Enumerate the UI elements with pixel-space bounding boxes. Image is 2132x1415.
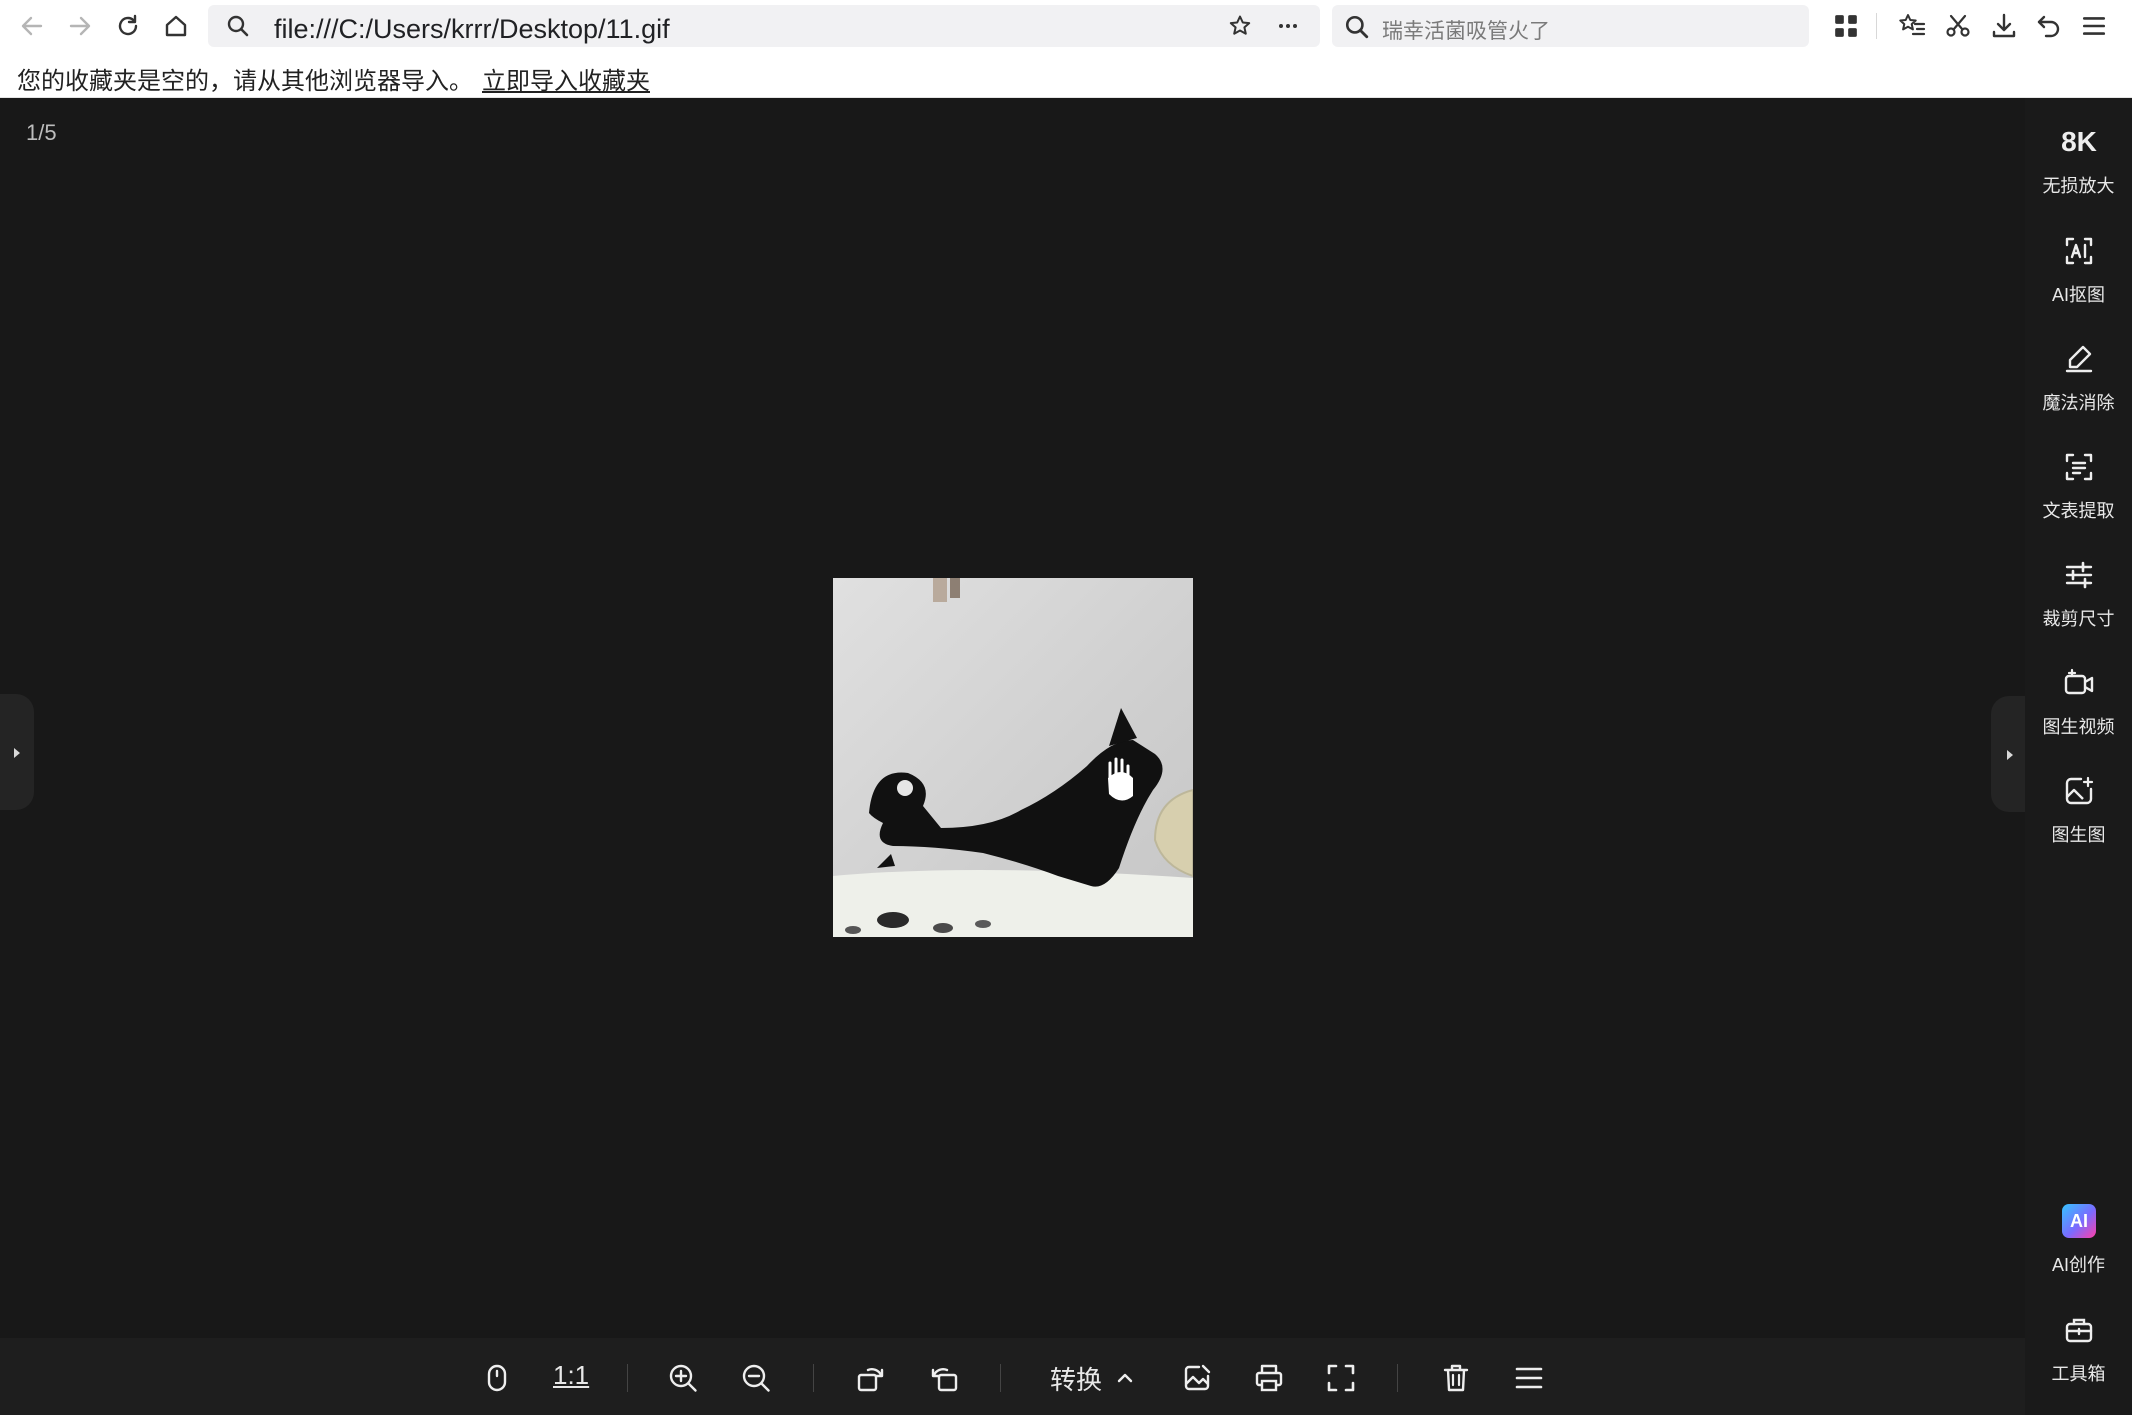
search-icon: [1345, 15, 1369, 39]
image-to-image-button[interactable]: 图生图: [2025, 773, 2132, 865]
edit-image-button[interactable]: [1177, 1358, 1217, 1398]
import-bookmarks-link[interactable]: 立即导入收藏夹: [482, 61, 650, 96]
toolbox-button[interactable]: 工具箱: [2025, 1312, 2132, 1404]
reload-icon: [118, 14, 138, 36]
dog-image: [833, 578, 1193, 937]
delete-button[interactable]: [1436, 1358, 1476, 1398]
search-placeholder: 瑞幸活菌吸管火了: [1382, 20, 1550, 43]
tool-label: 文表提取: [2042, 501, 2115, 521]
actual-size-button[interactable]: 1:1: [553, 1360, 589, 1391]
print-button[interactable]: [1249, 1358, 1289, 1398]
image-viewer: 1/5: [0, 98, 2025, 1338]
toolbar-divider: [813, 1364, 814, 1392]
reload-button[interactable]: [110, 8, 146, 44]
crop-resize-button[interactable]: 裁剪尺寸: [2025, 557, 2132, 649]
convert-button[interactable]: 转换: [1050, 1360, 1102, 1397]
toolbar-divider: [1876, 13, 1877, 39]
apps-button[interactable]: [1831, 11, 1861, 41]
ai-cutout-button[interactable]: AI抠图: [2025, 233, 2132, 325]
rotate-right-button[interactable]: [851, 1358, 891, 1398]
page-indicator: 1/5: [26, 120, 57, 145]
zoom-in-icon: [669, 1364, 697, 1392]
magic-eraser-button[interactable]: 魔法消除: [2025, 341, 2132, 433]
zoom-out-icon: [742, 1364, 770, 1392]
address-bar[interactable]: file:///C:/Users/krrr/Desktop/11.gif: [208, 5, 1320, 47]
back-button[interactable]: [14, 8, 50, 44]
image-to-video-icon: [2061, 665, 2097, 701]
rotate-right-icon: [857, 1368, 884, 1392]
more-icon[interactable]: [1276, 14, 1300, 38]
bookmarks-empty-message: 您的收藏夹是空的，请从其他浏览器导入。: [17, 68, 473, 95]
undo-icon: [2037, 15, 2060, 38]
browser-toolbar: file:///C:/Users/krrr/Desktop/11.gif 瑞幸活…: [0, 0, 2132, 52]
text-extract-icon: [2061, 449, 2097, 485]
tool-label: 图生图: [2051, 825, 2106, 845]
chevron-up-icon: [1117, 1373, 1133, 1383]
download-icon: [1992, 13, 2016, 38]
previous-image-button[interactable]: [0, 694, 34, 810]
ai-create-button[interactable]: AI AI创作: [2025, 1203, 2132, 1295]
screenshot-button[interactable]: [1943, 11, 1973, 41]
caret-right-icon: [2007, 750, 2013, 760]
ai-create-icon: AI: [2061, 1203, 2097, 1239]
tool-label: 裁剪尺寸: [2042, 609, 2115, 629]
hamburger-menu-icon: [2082, 17, 2106, 35]
search-box[interactable]: 瑞幸活菌吸管火了: [1332, 5, 1809, 47]
tool-label: 图生视频: [2042, 717, 2115, 737]
caret-right-icon: [14, 748, 20, 758]
toolbar-divider: [627, 1364, 628, 1392]
text-extract-button[interactable]: 文表提取: [2025, 449, 2132, 541]
displayed-image[interactable]: [833, 578, 1193, 937]
grid-icon: [1835, 15, 1857, 37]
home-icon: [165, 15, 187, 37]
home-button[interactable]: [158, 8, 194, 44]
viewer-bottom-toolbar: 1:1 转换: [0, 1338, 2025, 1415]
crop-sliders-icon: [2061, 557, 2097, 593]
printer-icon: [1255, 1364, 1283, 1392]
arrow-left-icon: [21, 16, 43, 36]
tool-label: 无损放大: [2042, 176, 2115, 196]
undo-close-tab-button[interactable]: [2034, 11, 2064, 41]
convert-dropdown-button[interactable]: [1105, 1358, 1145, 1398]
toolbox-icon: [2061, 1312, 2097, 1348]
right-tool-panel: 8K 无损放大 AI抠图 魔法消除 文表提取 裁剪尺寸 图生视频 图生图 AI …: [2025, 98, 2132, 1415]
tool-label: 工具箱: [2051, 1364, 2106, 1384]
toolbar-divider: [1397, 1364, 1398, 1392]
image-to-video-button[interactable]: 图生视频: [2025, 665, 2132, 757]
next-image-button[interactable]: [1991, 696, 2025, 812]
more-menu-button[interactable]: [1509, 1358, 1549, 1398]
forward-button[interactable]: [62, 8, 98, 44]
download-button[interactable]: [1989, 11, 2019, 41]
arrow-right-icon: [69, 16, 91, 36]
mouse-mode-button[interactable]: [477, 1358, 517, 1398]
lossless-upscale-button[interactable]: 8K 无损放大: [2025, 124, 2132, 216]
hamburger-menu-icon: [1515, 1367, 1543, 1389]
zoom-out-button[interactable]: [736, 1358, 776, 1398]
favorites-list-icon: [1899, 14, 1926, 36]
toolbar-divider: [1000, 1364, 1001, 1392]
rotate-left-icon: [931, 1368, 958, 1392]
scissors-icon: [1946, 14, 1970, 37]
favorites-button[interactable]: [1897, 11, 1927, 41]
magic-eraser-icon: [2061, 341, 2097, 377]
bookmarks-bar: 您的收藏夹是空的，请从其他浏览器导入。 立即导入收藏夹: [0, 52, 2132, 98]
image-to-image-icon: [2061, 773, 2097, 809]
tool-label: 魔法消除: [2042, 393, 2115, 413]
rotate-left-button[interactable]: [924, 1358, 964, 1398]
address-url[interactable]: file:///C:/Users/krrr/Desktop/11.gif: [274, 14, 670, 45]
8k-upscale-icon: 8K: [2061, 126, 2097, 157]
tool-label: AI抠图: [2051, 285, 2105, 305]
ai-cutout-icon: [2061, 233, 2097, 269]
search-icon: [227, 15, 249, 37]
trash-icon: [1443, 1364, 1469, 1392]
fullscreen-icon: [1327, 1364, 1355, 1392]
zoom-in-button[interactable]: [663, 1358, 703, 1398]
mouse-icon: [487, 1364, 507, 1392]
fullscreen-button[interactable]: [1321, 1358, 1361, 1398]
image-edit-icon: [1184, 1364, 1211, 1391]
menu-button[interactable]: [2079, 11, 2109, 41]
tool-label: AI创作: [2051, 1255, 2105, 1275]
star-icon[interactable]: [1228, 14, 1252, 38]
